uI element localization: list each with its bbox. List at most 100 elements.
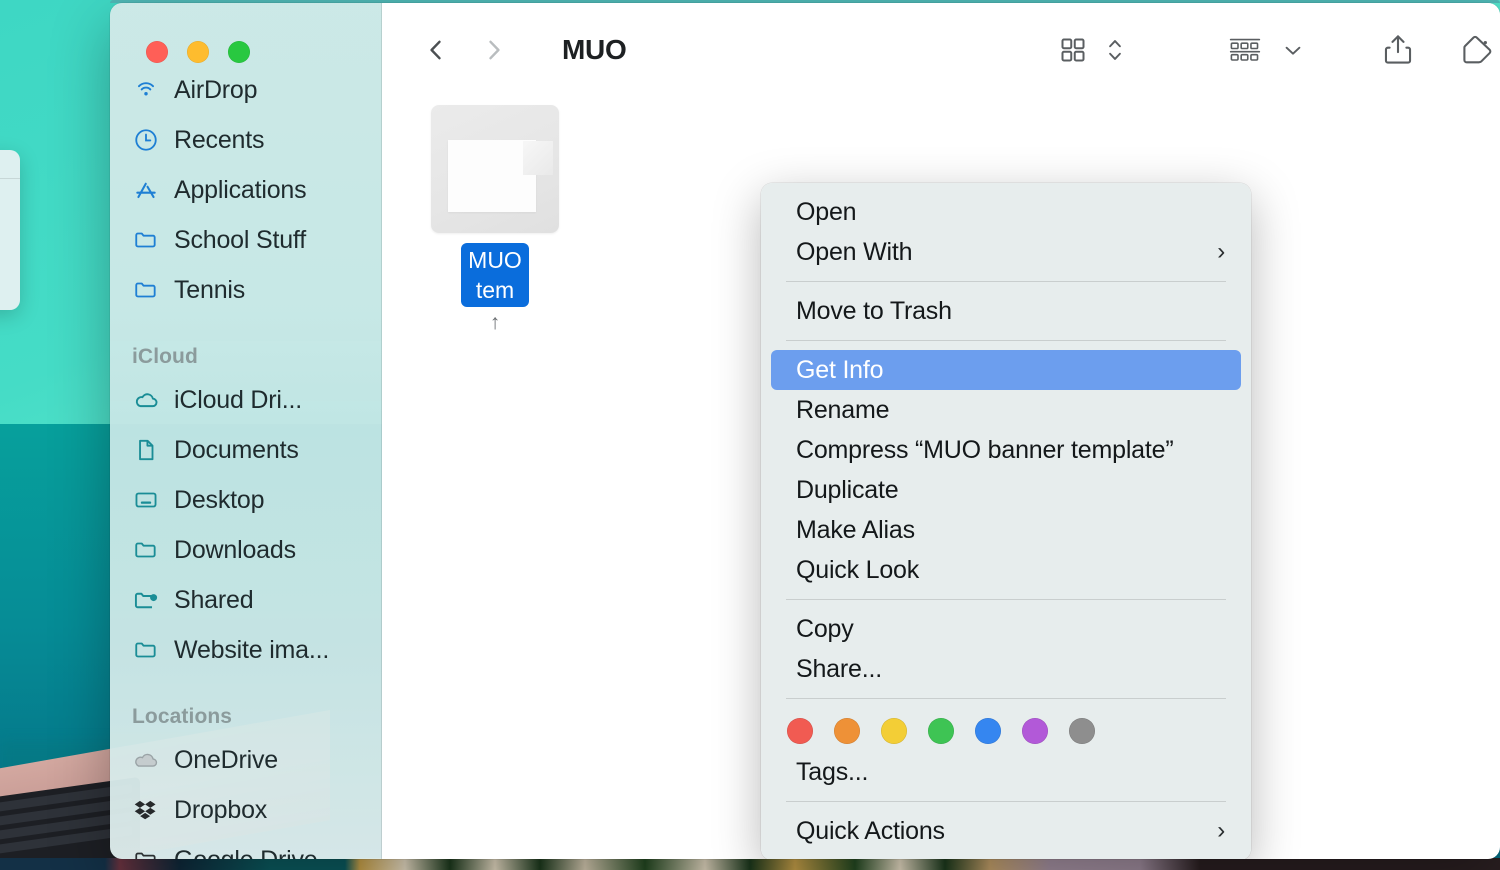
sidebar-item-desktop[interactable]: Desktop bbox=[120, 475, 371, 525]
tag-blue-dot[interactable] bbox=[975, 718, 1001, 744]
sort-chevrons-icon[interactable] bbox=[1096, 22, 1134, 78]
document-thumbnail-icon[interactable] bbox=[431, 105, 559, 233]
app-store-icon bbox=[132, 176, 160, 204]
finder-sidebar[interactable]: AirDrop Recents Applications School Stuf… bbox=[110, 3, 382, 859]
thumbnail-fold bbox=[523, 141, 553, 175]
menu-separator bbox=[786, 340, 1226, 341]
menu-item-duplicate[interactable]: Duplicate bbox=[771, 470, 1241, 510]
menu-item-tags[interactable]: Tags... bbox=[771, 752, 1241, 792]
sidebar-item-label: Tennis bbox=[174, 275, 246, 304]
sidebar-section-icloud: iCloud bbox=[132, 345, 198, 368]
sidebar-item-shared[interactable]: Shared bbox=[120, 575, 371, 625]
menu-item-move-to-trash[interactable]: Move to Trash bbox=[771, 291, 1241, 331]
share-icon[interactable] bbox=[1374, 22, 1422, 78]
tag-gray-dot[interactable] bbox=[1069, 718, 1095, 744]
file-name-line2: tem bbox=[475, 277, 515, 303]
menu-item-share[interactable]: Share... bbox=[771, 649, 1241, 689]
folder-icon bbox=[132, 536, 160, 564]
toolbar-navigation: MUO bbox=[382, 30, 627, 70]
close-button[interactable] bbox=[146, 41, 168, 63]
menu-item-label: Quick Actions bbox=[796, 816, 945, 845]
icon-view-icon[interactable] bbox=[1050, 22, 1096, 78]
menu-item-quick-actions[interactable]: Quick Actions › bbox=[771, 811, 1241, 851]
menu-item-label: Duplicate bbox=[796, 475, 899, 504]
sidebar-item-documents[interactable]: Documents bbox=[120, 425, 371, 475]
file-name-label[interactable]: MUO tem bbox=[461, 243, 529, 307]
menu-item-label: Quick Look bbox=[796, 555, 920, 584]
onedrive-cloud-icon bbox=[132, 746, 160, 774]
menu-item-quick-look[interactable]: Quick Look bbox=[771, 550, 1241, 590]
sidebar-item-onedrive[interactable]: OneDrive bbox=[120, 735, 371, 785]
menu-item-label: Open bbox=[796, 197, 857, 226]
menu-item-copy[interactable]: Copy bbox=[771, 609, 1241, 649]
sidebar-item-label: Downloads bbox=[174, 535, 296, 564]
sidebar-item-website-images[interactable]: Website ima... bbox=[120, 625, 371, 675]
sidebar-item-recents[interactable]: Recents bbox=[120, 115, 371, 165]
sidebar-item-school-stuff[interactable]: School Stuff bbox=[120, 215, 371, 265]
sidebar-item-label: Applications bbox=[174, 175, 307, 204]
folder-icon bbox=[132, 226, 160, 254]
group-by-icon[interactable] bbox=[1220, 22, 1270, 78]
menu-item-label: Compress “MUO banner template” bbox=[796, 435, 1174, 464]
menu-item-label: Tags... bbox=[796, 757, 869, 786]
sidebar-item-icloud-drive[interactable]: iCloud Dri... bbox=[120, 375, 371, 425]
sidebar-divider bbox=[120, 315, 371, 329]
file-name-line1: MUO bbox=[468, 247, 522, 273]
menu-item-open-with[interactable]: Open With › bbox=[771, 232, 1241, 272]
zoom-button[interactable] bbox=[228, 41, 250, 63]
menu-item-label: Make Alias bbox=[796, 515, 915, 544]
tag-green-dot[interactable] bbox=[928, 718, 954, 744]
menu-item-get-info[interactable]: Get Info bbox=[771, 350, 1241, 390]
icloud-status-badge: ↑ bbox=[489, 311, 501, 334]
tag-icon[interactable] bbox=[1452, 22, 1500, 78]
menu-separator bbox=[786, 698, 1226, 699]
sidebar-section-locations: Locations bbox=[132, 705, 233, 728]
sidebar-item-airdrop[interactable]: AirDrop bbox=[120, 65, 371, 115]
folder-icon bbox=[132, 846, 160, 859]
chevron-down-icon[interactable] bbox=[1270, 22, 1312, 78]
sidebar-item-downloads[interactable]: Downloads bbox=[120, 525, 371, 575]
sidebar-item-google-drive[interactable]: Google Drive bbox=[120, 835, 371, 859]
menu-separator bbox=[786, 281, 1226, 282]
sidebar-item-label: Recents bbox=[174, 125, 265, 154]
sidebar-item-label: AirDrop bbox=[174, 75, 258, 104]
tag-purple-dot[interactable] bbox=[1022, 718, 1048, 744]
menu-item-make-alias[interactable]: Make Alias bbox=[771, 510, 1241, 550]
sidebar-item-label: Dropbox bbox=[174, 795, 268, 824]
finder-window: AirDrop Recents Applications School Stuf… bbox=[110, 3, 1500, 859]
file-item[interactable]: MUO tem ↑ bbox=[420, 105, 570, 333]
document-icon bbox=[132, 436, 160, 464]
sidebar-item-applications[interactable]: Applications bbox=[120, 165, 371, 215]
sidebar-item-label: Documents bbox=[174, 435, 299, 464]
sidebar-item-label: Google Drive bbox=[174, 846, 318, 860]
tag-yellow-dot[interactable] bbox=[881, 718, 907, 744]
sidebar-favorites-section: AirDrop Recents Applications School Stuf… bbox=[110, 65, 381, 859]
sidebar-item-label: OneDrive bbox=[174, 745, 278, 774]
folder-icon bbox=[132, 276, 160, 304]
menu-item-rename[interactable]: Rename bbox=[771, 390, 1241, 430]
menu-separator bbox=[786, 599, 1226, 600]
minimize-button[interactable] bbox=[187, 41, 209, 63]
menu-item-compress[interactable]: Compress “MUO banner template” bbox=[771, 430, 1241, 470]
context-menu[interactable]: Open Open With › Move to Trash Get Info … bbox=[761, 183, 1251, 859]
tag-orange-dot[interactable] bbox=[834, 718, 860, 744]
group-controls bbox=[1220, 22, 1312, 78]
page-title: MUO bbox=[562, 34, 627, 65]
tag-color-row[interactable] bbox=[761, 708, 1251, 752]
sidebar-item-label: School Stuff bbox=[174, 225, 306, 254]
sidebar-scroll-area[interactable]: AirDrop Recents Applications School Stuf… bbox=[110, 3, 381, 859]
sidebar-item-dropbox[interactable]: Dropbox bbox=[120, 785, 371, 835]
chevron-right-icon: › bbox=[1217, 817, 1225, 844]
folder-icon bbox=[132, 636, 160, 664]
forward-button[interactable] bbox=[474, 30, 514, 70]
tag-red-dot[interactable] bbox=[787, 718, 813, 744]
background-window[interactable] bbox=[0, 150, 20, 310]
back-button[interactable] bbox=[416, 30, 456, 70]
menu-item-label: Copy bbox=[796, 614, 854, 643]
sidebar-item-label: Desktop bbox=[174, 485, 265, 514]
view-controls bbox=[1050, 22, 1134, 78]
sidebar-item-label: Website ima... bbox=[174, 635, 330, 664]
menu-item-open[interactable]: Open bbox=[771, 192, 1241, 232]
sidebar-item-tennis[interactable]: Tennis bbox=[120, 265, 371, 315]
menu-item-label: Open With bbox=[796, 237, 913, 266]
